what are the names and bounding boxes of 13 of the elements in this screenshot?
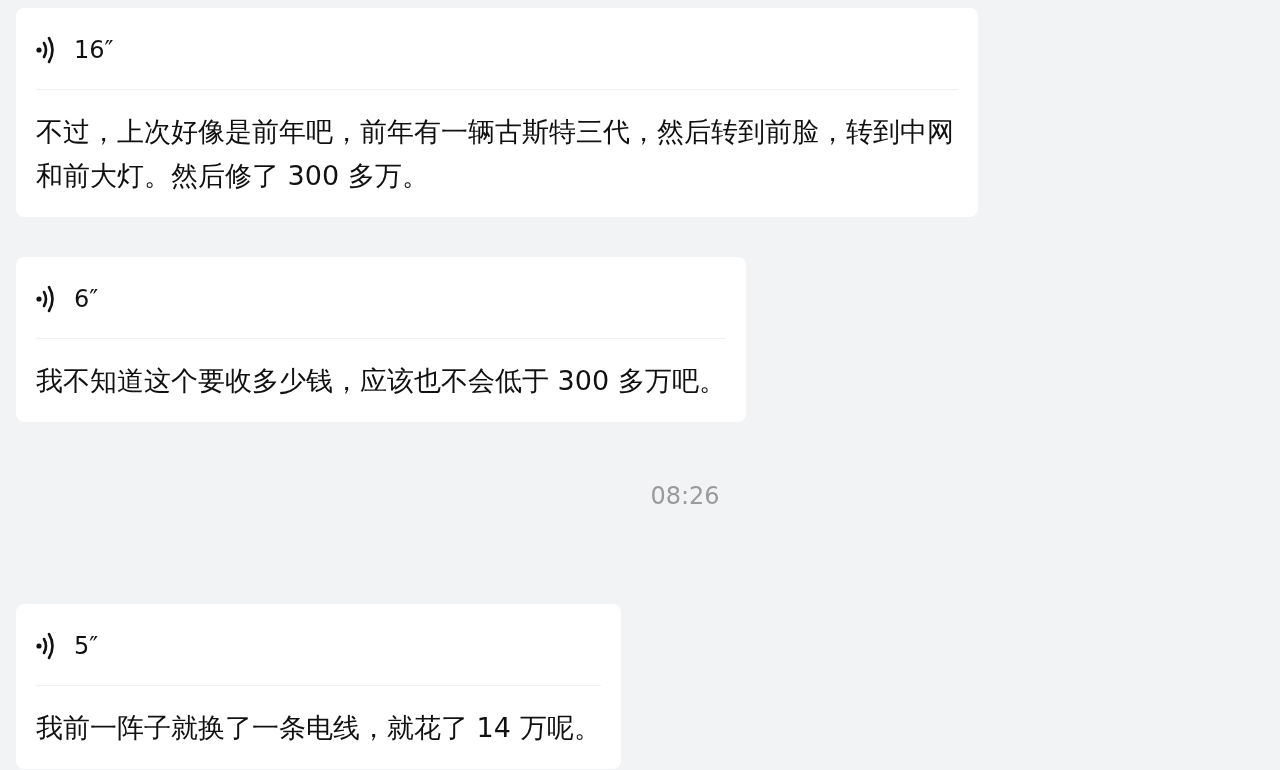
voice-icon [36, 284, 56, 313]
voice-icon [36, 35, 56, 64]
voice-duration: 5″ [74, 630, 99, 662]
transcript-text: 不过，上次好像是前年吧，前年有一辆古斯特三代，然后转到前脸，转到中网和前大灯。然后修了 300 多万。 [36, 115, 955, 193]
timestamp: 08:26 [650, 481, 720, 512]
voice-message-bubble[interactable]: 16″ 不过，上次好像是前年吧，前年有一辆古斯特三代，然后转到前脸，转到中网和前大灯。然后修了 300 多万。 [16, 8, 978, 217]
voice-message-bubble[interactable]: 6″ 我不知道这个要收多少钱，应该也不会低于 300 多万吧。 [16, 257, 746, 422]
voice-icon [36, 631, 56, 660]
voice-duration: 16″ [74, 34, 114, 66]
transcript-text: 我不知道这个要收多少钱，应该也不会低于 300 多万吧。 [36, 364, 726, 398]
voice-message-bubble[interactable]: 5″ 我前一阵子就换了一条电线，就花了 14 万呢。 [16, 604, 621, 769]
transcript-text: 我前一阵子就换了一条电线，就花了 14 万呢。 [36, 711, 601, 745]
voice-duration: 6″ [74, 283, 99, 315]
